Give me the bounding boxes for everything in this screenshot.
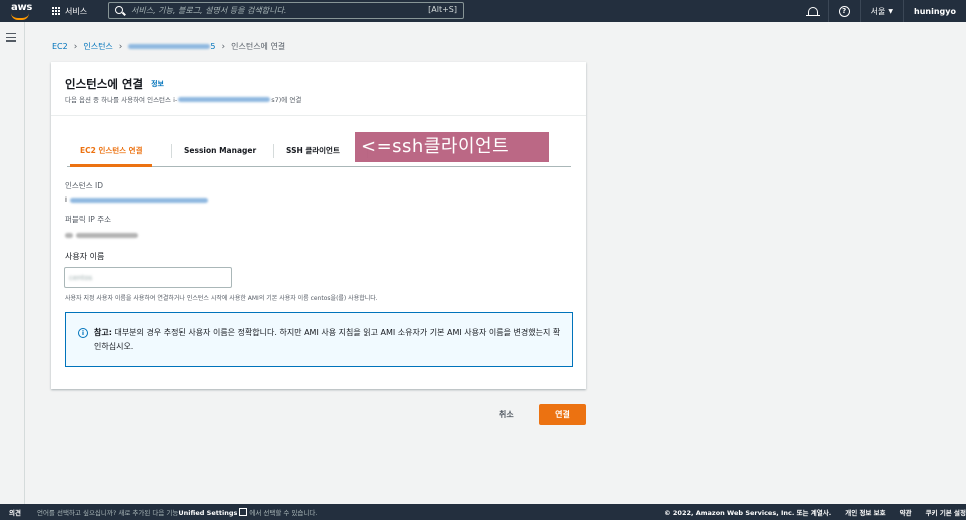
breadcrumb-instance-id[interactable]: 5 bbox=[128, 42, 216, 51]
info-alert-text: 참고: 대부분의 경우 추정된 사용자 이름은 정확합니다. 하지만 AMI 사… bbox=[94, 326, 564, 354]
redacted-instance-id bbox=[128, 44, 211, 49]
region-selector[interactable]: 서울 ▼ bbox=[859, 0, 903, 22]
caret-down-icon: ▼ bbox=[888, 7, 894, 15]
terms-link[interactable]: 약관 bbox=[900, 507, 912, 517]
tab-divider bbox=[171, 144, 172, 158]
public-ip-value bbox=[65, 233, 138, 238]
chevron-right-icon: › bbox=[73, 41, 78, 52]
aws-logo-text: aws bbox=[11, 2, 33, 13]
chevron-right-icon: › bbox=[221, 41, 226, 52]
connect-button[interactable]: 연결 bbox=[539, 404, 586, 425]
aws-smile-icon bbox=[11, 13, 29, 20]
external-link-icon bbox=[239, 508, 248, 516]
services-label: 서비스 bbox=[65, 6, 88, 16]
language-notice: 언어를 선택하고 싶으십니까? 새로 추가된 다음 기능Unified Sett… bbox=[36, 508, 318, 517]
page-title-text: 인스턴스에 연결 bbox=[65, 77, 144, 91]
connect-instance-card: 인스턴스에 연결 정보 다음 옵션 중 하나를 사용하여 인스턴스 i- s7)… bbox=[51, 62, 586, 389]
redacted-ip bbox=[76, 233, 138, 238]
info-link[interactable]: 정보 bbox=[151, 79, 164, 89]
breadcrumb-ec2[interactable]: EC2 bbox=[52, 42, 68, 51]
username-field[interactable] bbox=[64, 267, 232, 288]
account-label: huningyo bbox=[914, 6, 956, 16]
region-label: 서울 bbox=[870, 6, 886, 16]
breadcrumb: EC2 › 인스턴스 › 5 › 인스턴스에 연결 bbox=[52, 41, 285, 52]
footer-links: © 2022, Amazon Web Services, Inc. 또는 계열사… bbox=[664, 507, 966, 517]
annotation-label: <=ssh클라이언트 bbox=[355, 132, 549, 162]
redacted-ip bbox=[65, 233, 73, 238]
copyright: © 2022, Amazon Web Services, Inc. 또는 계열사… bbox=[664, 509, 832, 517]
unified-settings-link[interactable]: Unified Settings bbox=[178, 509, 237, 517]
info-alert-bold: 참고: bbox=[94, 328, 112, 337]
tab-divider bbox=[273, 144, 274, 158]
feedback-link[interactable]: 의견 bbox=[9, 507, 21, 517]
info-icon: i bbox=[78, 328, 88, 338]
desc-prefix: 다음 옵션 중 하나를 사용하여 인스턴스 i- bbox=[65, 96, 178, 104]
top-navigation: aws 서비스 [Alt+S] ? 서울 ▼ huningyo bbox=[0, 0, 966, 22]
global-search[interactable]: [Alt+S] bbox=[108, 2, 464, 19]
search-icon bbox=[115, 6, 123, 14]
instance-id-label: 인스턴스 ID bbox=[65, 181, 103, 190]
redacted-instance-id bbox=[69, 197, 208, 203]
nav-right: ? 서울 ▼ huningyo bbox=[798, 0, 966, 22]
username-input[interactable] bbox=[69, 268, 224, 287]
bell-icon bbox=[805, 7, 820, 16]
instance-id-value: i bbox=[65, 196, 208, 204]
notifications-button[interactable] bbox=[798, 0, 828, 22]
username-hint: 사용자 지정 사용자 이름을 사용하여 연결하거나 인스턴스 시작에 사용한 A… bbox=[65, 295, 378, 302]
services-menu-button[interactable]: 서비스 bbox=[52, 0, 87, 22]
tab-ssh-client[interactable]: SSH 클라이언트 bbox=[286, 136, 340, 165]
privacy-link[interactable]: 개인 정보 보호 bbox=[845, 507, 885, 517]
grid-icon bbox=[52, 7, 60, 15]
desc-suffix: s7)에 연결 bbox=[271, 96, 302, 104]
menu-icon[interactable] bbox=[6, 33, 16, 44]
breadcrumb-instances[interactable]: 인스턴스 bbox=[83, 41, 112, 52]
sidebar-divider bbox=[24, 22, 25, 504]
search-input[interactable] bbox=[131, 3, 411, 18]
account-menu[interactable]: huningyo bbox=[903, 0, 966, 22]
chevron-right-icon: › bbox=[118, 41, 123, 52]
cancel-button[interactable]: 취소 bbox=[499, 409, 514, 420]
page-description: 다음 옵션 중 하나를 사용하여 인스턴스 i- s7)에 연결 bbox=[65, 94, 301, 104]
aws-logo[interactable]: aws bbox=[8, 0, 34, 22]
public-ip-label: 퍼블릭 IP 주소 bbox=[65, 215, 112, 224]
cookie-preferences-link[interactable]: 쿠키 기본 설정 bbox=[926, 507, 966, 517]
search-shortcut: [Alt+S] bbox=[428, 5, 457, 14]
footer: 의견 언어를 선택하고 싶으십니까? 새로 추가된 다음 기능Unified S… bbox=[0, 504, 966, 520]
username-label: 사용자 이름 bbox=[65, 252, 105, 261]
tab-ec2-instance-connect[interactable]: EC2 인스턴스 연결 bbox=[69, 136, 154, 167]
breadcrumb-current: 인스턴스에 연결 bbox=[231, 42, 286, 51]
help-button[interactable]: ? bbox=[827, 0, 860, 22]
info-alert-body: 대부분의 경우 추정된 사용자 이름은 정확합니다. 하지만 AMI 사용 지침… bbox=[94, 328, 561, 351]
tab-session-manager[interactable]: Session Manager bbox=[184, 136, 256, 165]
info-alert: i 참고: 대부분의 경우 추정된 사용자 이름은 정확합니다. 하지만 AMI… bbox=[65, 312, 573, 367]
header-divider bbox=[51, 115, 586, 116]
redacted-instance-name bbox=[178, 96, 271, 102]
help-icon: ? bbox=[838, 5, 850, 17]
page-title: 인스턴스에 연결 정보 bbox=[65, 76, 164, 92]
